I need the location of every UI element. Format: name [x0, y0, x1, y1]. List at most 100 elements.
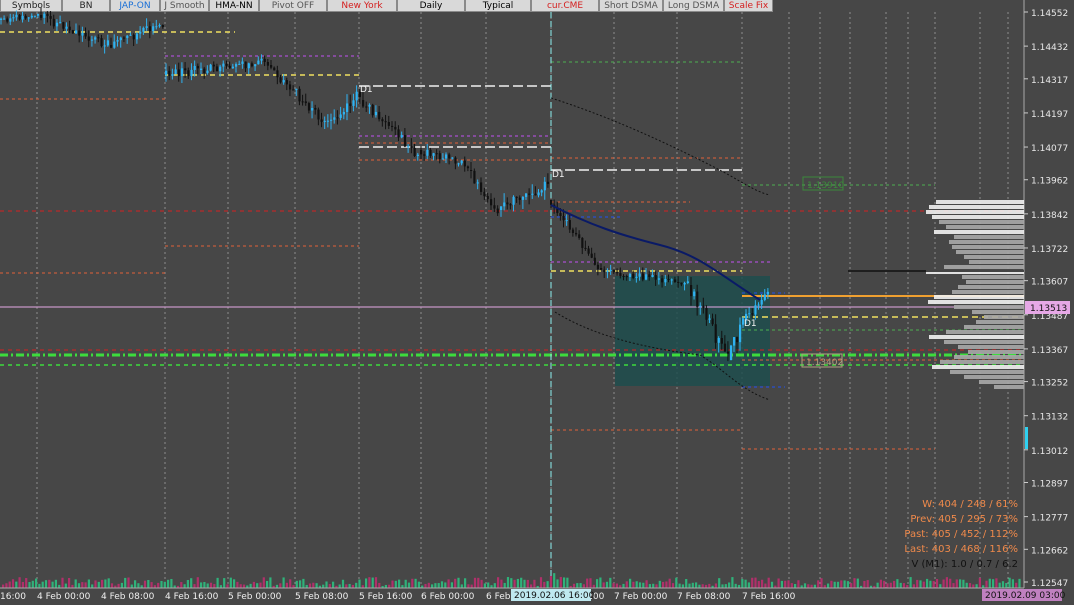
volume-bar: [358, 579, 361, 588]
candle-body: [537, 192, 540, 196]
volume-bar: [147, 579, 150, 588]
candle-body: [760, 299, 763, 305]
candle-body: [152, 26, 155, 32]
volume-bar: [563, 577, 566, 588]
volume-profile-bar: [962, 275, 1024, 279]
candle-body: [473, 170, 476, 184]
volume-bar: [239, 584, 242, 588]
volume-bar: [163, 581, 166, 588]
candle-body: [317, 109, 320, 120]
envelope-upper: [550, 97, 771, 196]
volume-bar: [688, 583, 691, 588]
volume-bar: [431, 584, 434, 588]
volume-bar: [143, 580, 147, 588]
candle-body: [686, 281, 689, 283]
volume-profile-bar: [932, 365, 1024, 369]
candle-body: [506, 202, 509, 205]
volume-bar: [299, 580, 302, 588]
candle-body: [355, 91, 358, 101]
candle-body: [454, 157, 457, 164]
volume-bar: [827, 583, 830, 588]
volume-bar: [896, 579, 899, 588]
candle-body: [12, 17, 15, 19]
candle-body: [612, 269, 616, 273]
volume-bar: [348, 583, 351, 588]
candle-body: [730, 345, 733, 360]
volume-bar: [332, 581, 335, 588]
volume-bar: [945, 577, 948, 588]
volume-bar: [160, 580, 163, 588]
candle-body: [638, 273, 641, 277]
price-axis-label: 1.12662: [1031, 546, 1068, 556]
volume-profile-bar: [936, 200, 1024, 204]
candle-body: [575, 232, 578, 235]
volume-bar: [170, 578, 173, 588]
volume-bar: [830, 580, 833, 588]
candle-body: [754, 305, 757, 315]
volume-bar: [916, 579, 919, 588]
volume-bar: [526, 579, 529, 588]
volume-bar: [444, 582, 447, 588]
volume-bar: [599, 577, 602, 588]
volume-bar: [506, 577, 510, 588]
volume-bar: [2, 584, 5, 588]
volume-bar: [685, 579, 688, 588]
volume-bar: [533, 579, 536, 588]
candle-body: [651, 275, 654, 278]
volume-bar: [365, 578, 368, 588]
candle-body: [171, 74, 174, 76]
candle-body: [616, 272, 619, 274]
volume-bar: [252, 581, 255, 588]
volume-bar: [64, 583, 67, 588]
volume-bar: [328, 584, 331, 588]
volume-bar: [249, 583, 252, 588]
price-axis-label: 1.13842: [1031, 211, 1068, 221]
candle-body: [314, 107, 317, 110]
candle-body: [33, 15, 37, 17]
candle-body: [352, 100, 355, 106]
candle-body: [6, 18, 9, 22]
candle-body: [113, 41, 116, 48]
candle-body: [365, 106, 368, 108]
candle-body: [448, 154, 451, 159]
volume-bar: [137, 583, 140, 588]
price-axis-label: 1.13252: [1031, 379, 1068, 389]
volume-bar: [110, 583, 114, 588]
candle-body: [509, 204, 512, 206]
candle-body: [263, 58, 266, 63]
volume-bar: [596, 579, 599, 588]
volume-bar: [902, 583, 906, 588]
volume-bar: [190, 578, 193, 588]
volume-bar: [242, 584, 246, 588]
candle-body: [266, 62, 270, 66]
volume-bar: [279, 583, 282, 588]
candle-body: [400, 135, 403, 138]
volume-bar: [1018, 578, 1021, 588]
candle-body: [420, 150, 423, 155]
candle-body: [215, 66, 219, 72]
candle-body: [429, 149, 432, 156]
volume-bar: [803, 583, 807, 588]
volume-bar: [747, 582, 750, 588]
candle-body: [457, 163, 460, 165]
candle-body: [241, 61, 244, 64]
volume-bar: [724, 584, 727, 588]
volume-bar: [497, 577, 500, 588]
volume-bar: [500, 579, 503, 588]
volume-bar: [523, 579, 526, 588]
volume-bar: [718, 578, 721, 588]
candle-body: [413, 147, 416, 157]
volume-bar: [262, 577, 265, 588]
candle-body: [339, 114, 342, 118]
candle-body: [148, 26, 152, 32]
volume-bar: [1015, 582, 1018, 588]
volume-profile-bar: [950, 370, 1024, 374]
volume-bar: [602, 582, 605, 588]
volume-bar: [767, 577, 770, 588]
candle-body: [435, 153, 438, 155]
volume-bar: [460, 584, 463, 588]
level-label-a: 1.13910: [807, 181, 844, 191]
volume-bar: [1005, 583, 1008, 588]
candle-body: [766, 291, 770, 295]
candle-body: [720, 337, 723, 344]
